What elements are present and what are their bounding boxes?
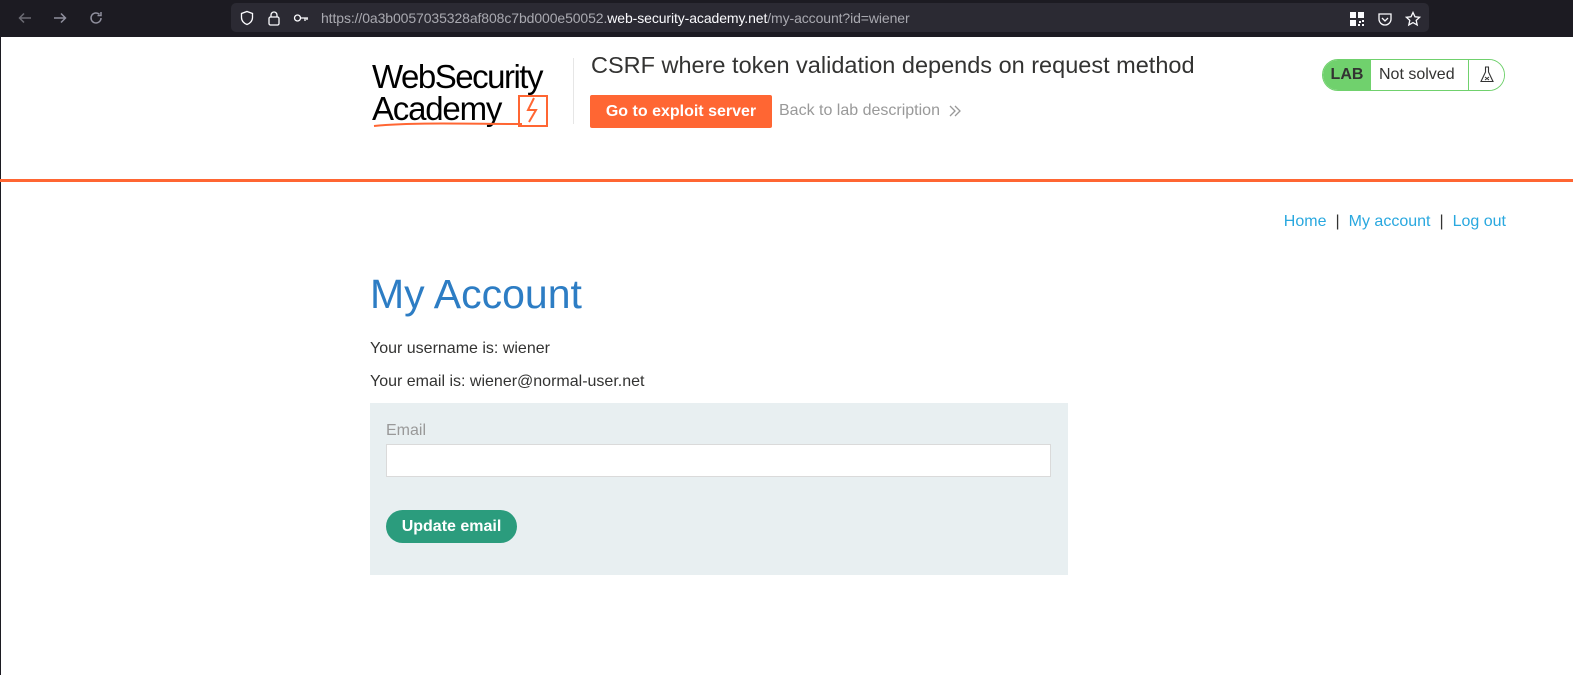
nav-my-account-link[interactable]: My account: [1349, 213, 1431, 230]
lab-badge-label: LAB: [1323, 60, 1371, 90]
email-field-label: Email: [386, 422, 427, 439]
bookmark-star-icon[interactable]: [1404, 10, 1422, 28]
email-field[interactable]: [386, 444, 1051, 477]
account-nav: Home | My account | Log out: [1284, 213, 1506, 231]
window-edge: [0, 37, 1, 675]
flask-icon: [1469, 60, 1504, 90]
key-icon[interactable]: [293, 10, 309, 26]
change-email-form: Email Update email: [370, 403, 1068, 575]
go-to-exploit-server-button[interactable]: Go to exploit server: [590, 95, 772, 128]
back-icon[interactable]: [13, 6, 37, 30]
web-security-academy-logo[interactable]: WebSecurity Academy: [372, 58, 572, 132]
email-info: Your email is: wiener@normal-user.net: [370, 373, 644, 391]
browser-toolbar: https://0a3b0057035328af808c7bd000e50052…: [0, 0, 1573, 37]
email-value: wiener@normal-user.net: [469, 373, 645, 390]
forward-icon[interactable]: [48, 6, 72, 30]
username-info: Your username is: wiener: [370, 340, 550, 358]
update-email-button[interactable]: Update email: [386, 510, 517, 543]
lab-status-text: Not solved: [1371, 60, 1469, 90]
username-label: Your username is:: [370, 340, 503, 357]
lab-status-badge: LAB Not solved: [1322, 59, 1505, 91]
pocket-icon[interactable]: [1376, 10, 1394, 28]
double-chevron-right-icon[interactable]: [948, 104, 962, 118]
nav-separator: |: [1335, 213, 1340, 230]
reload-icon[interactable]: [84, 6, 108, 30]
url-text: https://0a3b0057035328af808c7bd000e50052…: [321, 10, 910, 26]
email-label: Your email is:: [370, 373, 470, 390]
page-title: My Account: [370, 271, 582, 317]
svg-text:Academy: Academy: [372, 90, 503, 127]
header-divider: [0, 179, 1573, 182]
username-value: wiener: [502, 340, 550, 357]
nav-separator: |: [1439, 213, 1444, 230]
lab-title: CSRF where token validation depends on r…: [591, 52, 1195, 78]
nav-log-out-link[interactable]: Log out: [1453, 213, 1506, 230]
lock-icon[interactable]: [266, 10, 282, 26]
shield-icon[interactable]: [239, 10, 255, 26]
nav-home-link[interactable]: Home: [1284, 213, 1327, 230]
qr-code-icon[interactable]: [1348, 10, 1366, 28]
back-to-lab-description-link[interactable]: Back to lab description: [779, 102, 940, 120]
address-bar[interactable]: https://0a3b0057035328af808c7bd000e50052…: [231, 3, 1429, 32]
logo-divider: [573, 58, 574, 124]
